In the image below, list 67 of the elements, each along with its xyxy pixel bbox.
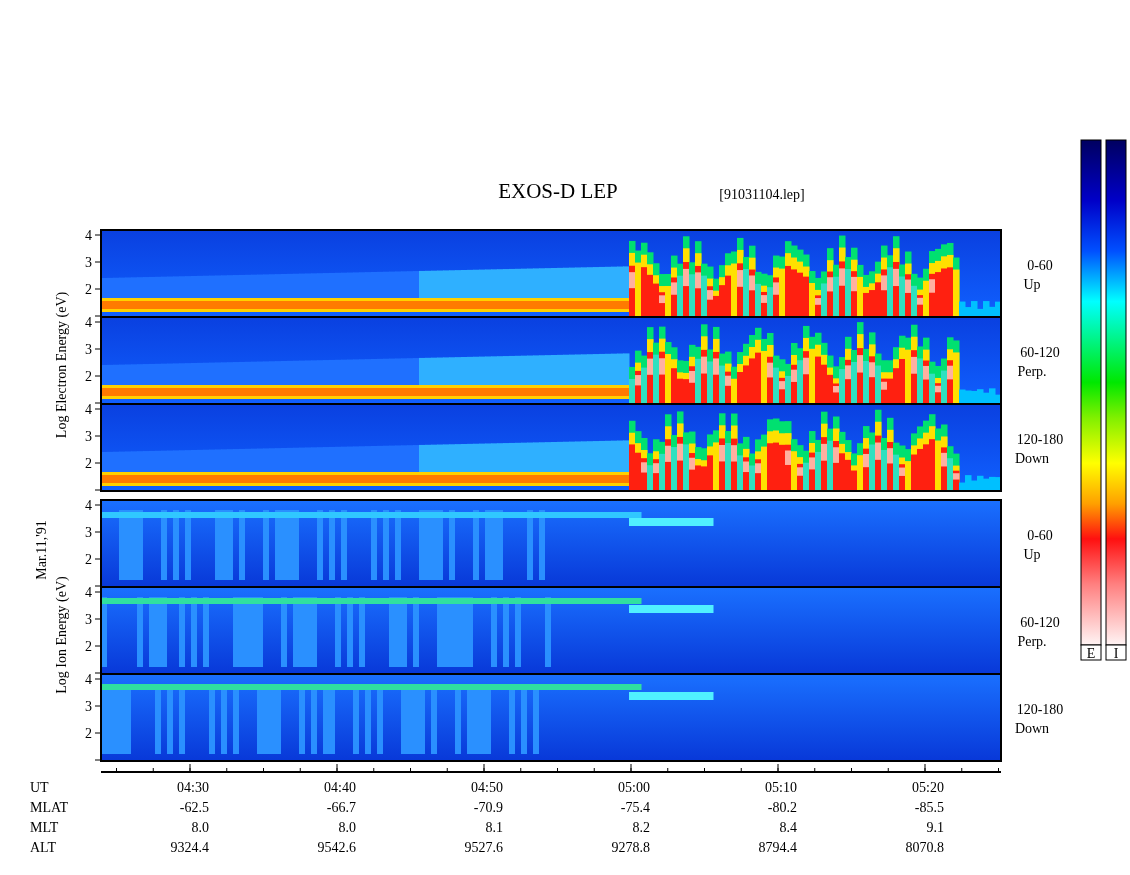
pitch-angle-label: 120-180: [1016, 432, 1064, 447]
plot-title: EXOS-D LEP: [498, 179, 618, 203]
y-tick-label: 2: [85, 369, 92, 384]
y-tick-label: 2: [85, 639, 92, 654]
y-tick-label: 3: [85, 612, 92, 627]
axis-value: 04:40: [324, 780, 356, 795]
y-tick-label: 3: [85, 255, 92, 270]
y-tick-label: 2: [85, 552, 92, 567]
y-tick-label: 2: [85, 726, 92, 741]
y-tick-label: 4: [85, 402, 92, 417]
y-tick-label: 2: [85, 282, 92, 297]
axis-value: 8.1: [485, 820, 503, 835]
pitch-angle-label: 60-120: [1020, 615, 1060, 630]
y-axis-label: Log Ion Energy (eV): [54, 576, 69, 694]
axis-value: 05:00: [618, 780, 650, 795]
axis-value: -66.7: [326, 800, 356, 815]
axis-value: 8.0: [191, 820, 209, 835]
axis-row-label: MLAT: [30, 800, 69, 815]
axis-value: -85.5: [914, 800, 944, 815]
date-label: Mar.11,'91: [34, 520, 49, 580]
direction-label: Perp.: [1017, 364, 1047, 379]
axis-value: 8.2: [632, 820, 650, 835]
y-tick-label: 4: [85, 315, 92, 330]
axis-value: 04:30: [177, 780, 209, 795]
pitch-angle-label: 60-120: [1020, 345, 1060, 360]
y-tick-label: 3: [85, 342, 92, 357]
axis-value: 8.0: [338, 820, 356, 835]
axis-row-label: MLT: [30, 820, 59, 835]
y-tick-label: 4: [85, 585, 92, 600]
color-scale-tag: [1105, 644, 1127, 661]
color-scale-tag: [1080, 644, 1102, 661]
pitch-angle-label: 0-60: [1027, 258, 1053, 273]
y-tick-label: 4: [85, 672, 92, 687]
axis-value: -75.4: [620, 800, 650, 815]
direction-label: Up: [1023, 277, 1041, 292]
file-name: [91031104.lep]: [719, 187, 805, 202]
axis-value: -80.2: [767, 800, 797, 815]
y-tick-label: 4: [85, 498, 92, 513]
y-tick-label: 4: [85, 228, 92, 243]
direction-label: Down: [1014, 451, 1050, 466]
y-tick-label: 3: [85, 429, 92, 444]
y-tick-label: 3: [85, 525, 92, 540]
y-tick-label: 2: [85, 456, 92, 471]
direction-label: Perp.: [1017, 634, 1047, 649]
axis-value: 9278.8: [611, 840, 650, 855]
direction-label: Down: [1014, 721, 1050, 736]
axis-value: 9542.6: [317, 840, 356, 855]
direction-label: Up: [1023, 547, 1041, 562]
axis-value: 04:50: [471, 780, 503, 795]
axis-row-label: ALT: [30, 840, 56, 855]
axis-value: 8.4: [779, 820, 797, 835]
axis-value: 8070.8: [905, 840, 944, 855]
pitch-angle-label: 120-180: [1016, 702, 1064, 717]
axis-value: 9.1: [926, 820, 944, 835]
pitch-angle-label: 0-60: [1027, 528, 1053, 543]
y-axis-label: Log Electron Energy (eV): [54, 291, 69, 439]
axis-value: -70.9: [473, 800, 503, 815]
color-scale-label: E: [1086, 646, 1096, 661]
axis-value: 9527.6: [464, 840, 503, 855]
axis-value: -62.5: [179, 800, 209, 815]
axis-value: 9324.4: [170, 840, 209, 855]
axis-value: 8794.4: [758, 840, 797, 855]
axis-value: 05:20: [912, 780, 944, 795]
axis-value: 05:10: [765, 780, 797, 795]
axis-row-label: UT: [30, 780, 49, 795]
y-tick-label: 3: [85, 699, 92, 714]
color-scale-label: I: [1113, 646, 1119, 661]
